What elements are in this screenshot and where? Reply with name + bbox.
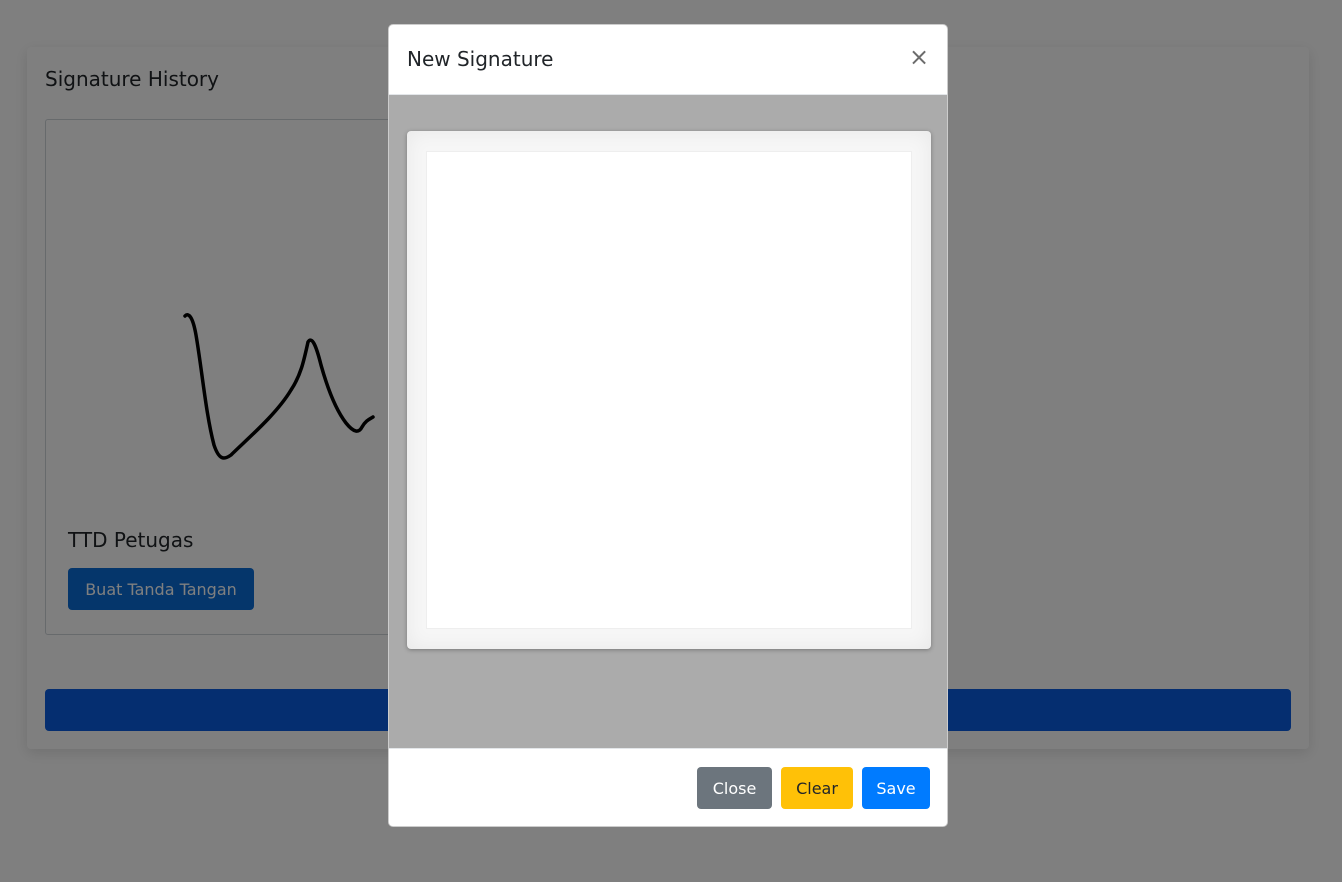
- signature-pad-canvas[interactable]: [426, 151, 912, 629]
- save-button[interactable]: Save: [862, 767, 930, 809]
- modal-header: New Signature ×: [389, 25, 947, 95]
- modal-footer: Close Clear Save: [389, 748, 947, 826]
- modal-title: New Signature: [407, 47, 554, 71]
- close-icon[interactable]: ×: [907, 43, 931, 71]
- signature-pad-frame: [407, 131, 931, 649]
- close-button[interactable]: Close: [697, 767, 772, 809]
- clear-button[interactable]: Clear: [781, 767, 853, 809]
- modal-body: [389, 95, 947, 748]
- new-signature-modal: New Signature × Close Clear Save: [388, 24, 948, 827]
